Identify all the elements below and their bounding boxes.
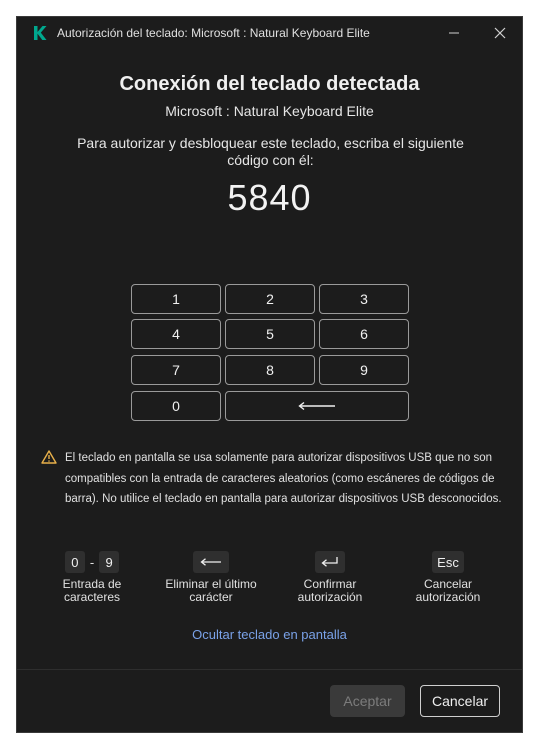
keycap-backspace: [193, 551, 229, 573]
dialog-window: Autorización del teclado: Microsoft : Na…: [16, 16, 523, 733]
footer-divider: [17, 669, 522, 670]
hint-delete-last: Eliminar el último carácter: [163, 550, 259, 604]
keypad-key-8[interactable]: 8: [225, 355, 315, 385]
device-name: Microsoft : Natural Keyboard Elite: [165, 103, 374, 119]
authorization-code: 5840: [227, 177, 312, 218]
hint-cancel: Esc Cancelar autorización: [401, 550, 495, 604]
left-arrow-icon: [200, 558, 221, 566]
keypad-key-6[interactable]: 6: [319, 319, 409, 349]
hide-keyboard-link[interactable]: Ocultar teclado en pantalla: [17, 627, 522, 642]
close-icon: [494, 27, 506, 39]
keypad-key-4[interactable]: 4: [131, 319, 221, 349]
keycap-range-dash: -: [89, 554, 95, 570]
keypad-key-3[interactable]: 3: [319, 284, 409, 314]
warning-triangle-icon: [41, 450, 57, 464]
hint-label: Cancelar autorización: [415, 577, 481, 604]
keycap-9: 9: [99, 551, 120, 573]
hint-character-input: 0 - 9 Entrada de caracteres: [51, 550, 133, 604]
keypad-key-2[interactable]: 2: [225, 284, 315, 314]
keypad-key-7[interactable]: 7: [131, 355, 221, 385]
keypad-backspace-key[interactable]: [225, 391, 409, 421]
keypad-key-0[interactable]: 0: [131, 391, 221, 421]
long-left-arrow-icon: [298, 401, 335, 411]
keycap-enter: [315, 551, 345, 573]
titlebar: Autorización del teclado: Microsoft : Na…: [17, 17, 522, 49]
hint-label: Confirmar autorización: [297, 577, 363, 604]
warning-text: El teclado en pantalla se usa solamente …: [65, 452, 502, 505]
hint-label: Entrada de caracteres: [62, 577, 122, 604]
hint-confirm: Confirmar autorización: [285, 550, 375, 604]
minimize-icon: [449, 32, 459, 34]
cancel-button[interactable]: Cancelar: [420, 685, 500, 717]
dialog-heading: Conexión del teclado detectada: [119, 73, 420, 95]
hint-label: Eliminar el último carácter: [165, 577, 257, 604]
close-button[interactable]: [488, 23, 512, 43]
instruction-text: Para autorizar y desbloquear este teclad…: [77, 135, 464, 168]
keypad-key-9[interactable]: 9: [319, 355, 409, 385]
window-title: Autorización del teclado: Microsoft : Na…: [57, 26, 370, 40]
kaspersky-logo-icon: [34, 26, 47, 40]
accept-button[interactable]: Aceptar: [330, 685, 405, 717]
keycap-esc: Esc: [432, 551, 464, 573]
minimize-button[interactable]: [442, 23, 466, 43]
keypad-key-5[interactable]: 5: [225, 319, 315, 349]
keypad-key-1[interactable]: 1: [131, 284, 221, 314]
keycap-0: 0: [64, 551, 85, 573]
enter-icon: [321, 557, 338, 567]
